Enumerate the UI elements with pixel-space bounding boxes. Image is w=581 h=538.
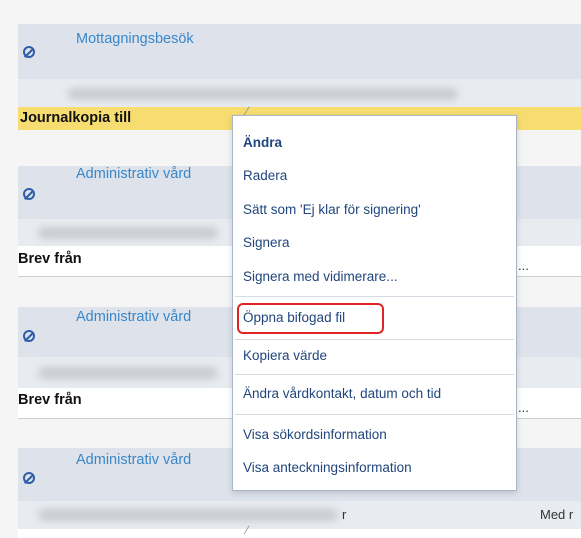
menu-item-delete[interactable]: Radera: [243, 168, 287, 183]
menu-item-change-care-contact[interactable]: Ändra vårdkontakt, datum och tid: [243, 386, 441, 401]
redacted-text: [38, 367, 218, 379]
redacted-text: [68, 88, 458, 100]
menu-separator: [235, 374, 514, 375]
section-title[interactable]: Administrativ vård: [76, 166, 191, 182]
ellipsis: ...: [518, 400, 529, 415]
blocked-icon: [23, 188, 35, 200]
section-title[interactable]: Mottagningsbesök: [76, 31, 194, 47]
menu-item-edit[interactable]: Ändra: [243, 135, 282, 150]
section-subrow: r Med r: [18, 501, 581, 529]
journal-copy-label: Journalkopia till: [20, 110, 132, 126]
row-right-text: Med r: [540, 507, 574, 522]
section-title[interactable]: Administrativ vård: [76, 309, 191, 325]
paperclip-icon: ∕: [246, 523, 249, 537]
redacted-text: [38, 509, 338, 521]
context-menu: Ändra Radera Sätt som 'Ej klar för signe…: [232, 115, 517, 491]
menu-item-sign[interactable]: Signera: [243, 235, 290, 250]
letter-from-label: Brev från: [18, 251, 82, 267]
letter-from-label: Brev från: [18, 392, 82, 408]
blocked-icon: [23, 330, 35, 342]
section-header-1[interactable]: Mottagningsbesök: [18, 24, 581, 79]
menu-separator: [235, 339, 514, 340]
ellipsis: ...: [518, 258, 529, 273]
menu-item-mark-not-ready[interactable]: Sätt som 'Ej klar för signering': [243, 202, 421, 217]
menu-item-show-note-info[interactable]: Visa anteckningsinformation: [243, 460, 412, 475]
blocked-icon: [23, 472, 35, 484]
section-title[interactable]: Administrativ vård: [76, 452, 191, 468]
menu-separator: [235, 414, 514, 415]
blocked-icon: [23, 46, 35, 58]
menu-item-sign-with-witness[interactable]: Signera med vidimerare...: [243, 269, 398, 284]
menu-item-show-keyword-info[interactable]: Visa sökordsinformation: [243, 427, 387, 442]
menu-separator: [235, 296, 514, 297]
section-subrow: [18, 79, 581, 107]
row-fragment: r: [342, 507, 347, 522]
menu-item-copy-value[interactable]: Kopiera värde: [243, 348, 327, 363]
partial-row: ∕: [18, 523, 581, 538]
menu-item-open-attachment[interactable]: Öppna bifogad fil: [243, 310, 345, 325]
redacted-text: [38, 227, 218, 239]
